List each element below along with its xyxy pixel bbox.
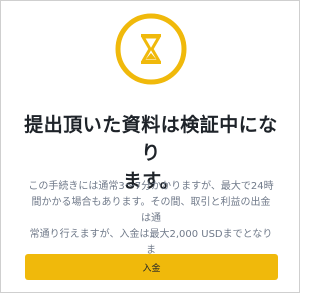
verification-pending-dialog: 提出頂いた資料は検証中になり ます。 この手続きには通常3～7分かかりますが、最… [0, 0, 300, 293]
description-line-1: この手続きには通常3～7分かかりますが、最大で24時 [28, 181, 274, 192]
deposit-button[interactable]: 入金 [25, 254, 278, 280]
hourglass-icon [115, 13, 187, 85]
description-line-2: 間かかる場合もあります。その間、取引と利益の出金は通 [31, 197, 271, 224]
title-line-1: 提出頂いた資料は検証中になり [24, 114, 278, 164]
